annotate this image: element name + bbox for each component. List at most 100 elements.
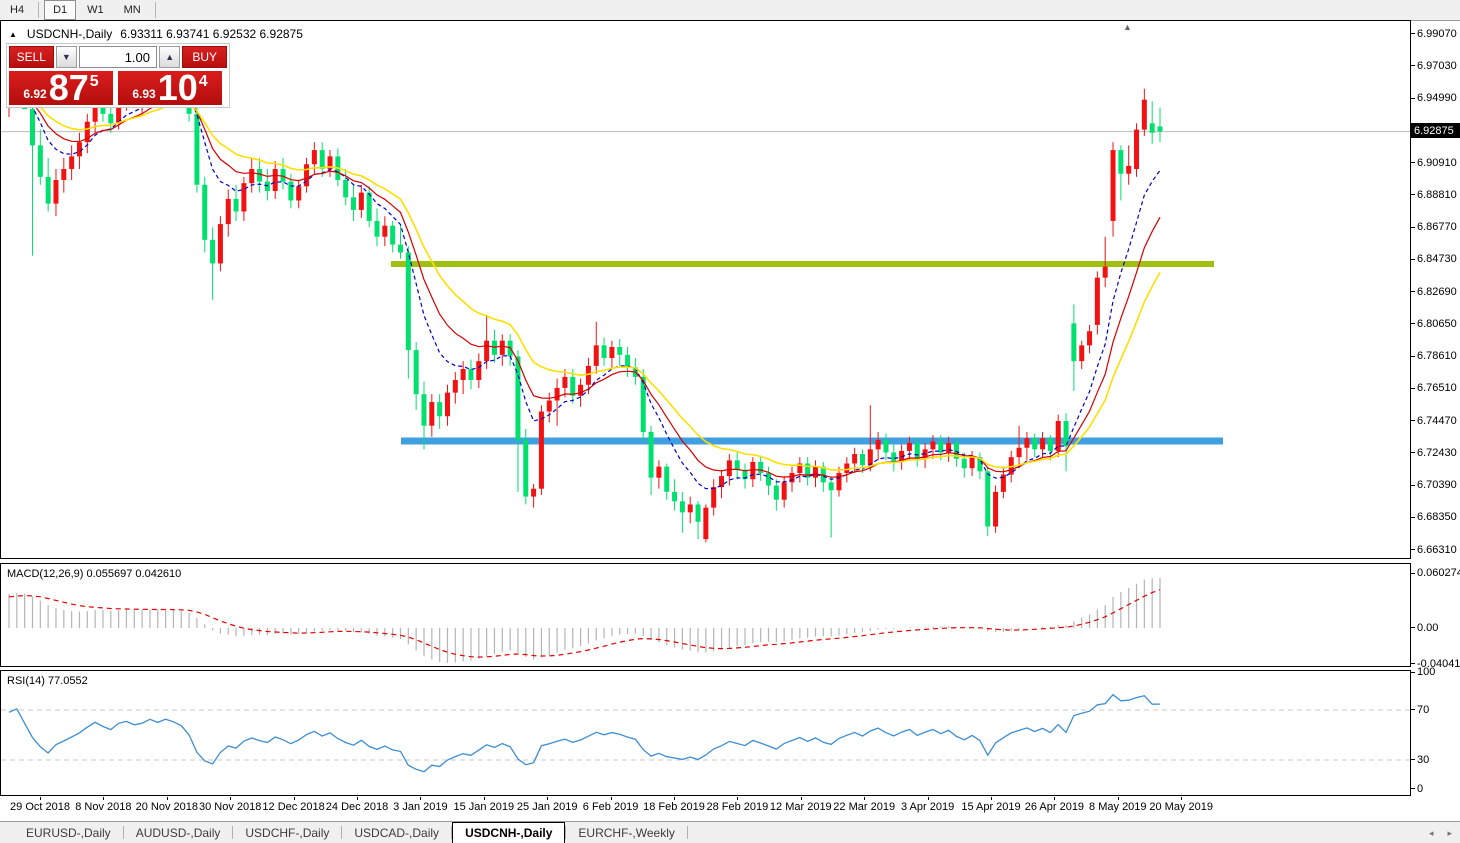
chart-tab-eurusd-daily[interactable]: EURUSD-,Daily	[14, 822, 123, 843]
price-axis-label: 6.80650	[1411, 317, 1460, 330]
macd-axis-label: 0.060274	[1411, 567, 1460, 580]
price-axis-label: 6.74470	[1411, 414, 1460, 427]
price-axis-label: 6.70390	[1411, 479, 1460, 492]
sell-price-point: 5	[89, 73, 99, 90]
date-label: 3 Apr 2019	[900, 801, 955, 813]
price-axis-label: 6.86770	[1411, 221, 1460, 234]
sell-price-box[interactable]: 6.92 87 5	[9, 67, 113, 108]
time-axis-tick	[483, 797, 485, 800]
date-label: 6 Feb 2019	[582, 801, 639, 813]
chart-tab-audusd-daily[interactable]: AUDUSD-,Daily	[124, 822, 233, 843]
macd-chart[interactable]	[1, 564, 1410, 666]
price-axis-label: 6.76510	[1411, 382, 1460, 395]
time-axis-tick	[1117, 797, 1119, 800]
toolbar-separator	[154, 2, 156, 18]
macd-label: MACD(12,26,9) 0.055697 0.042610	[7, 568, 182, 580]
time-axis-tick	[991, 797, 992, 800]
time-axis-tick	[1181, 797, 1183, 800]
price-axis-label: 6.72430	[1411, 446, 1460, 459]
chart-title: USDCNH-,Daily	[26, 27, 113, 41]
sell-price-pips: 87	[48, 67, 89, 108]
time-axis-tick	[357, 797, 358, 800]
chart-tab-usdcad-daily[interactable]: USDCAD-,Daily	[342, 822, 451, 843]
chevron-up-icon: ▲	[165, 52, 175, 62]
time-axis-tick	[1054, 797, 1056, 800]
tab-separator	[686, 826, 688, 839]
price-axis-label: 6.82690	[1411, 285, 1460, 298]
price-axis-label: 6.94990	[1411, 92, 1460, 105]
time-axis-tick	[864, 797, 866, 800]
rsi-indicator-pane[interactable]: RSI(14) 77.0552	[0, 670, 1411, 796]
sell-price-handle: 6.92	[23, 87, 47, 101]
rsi-axis-label: 70	[1411, 703, 1460, 716]
time-axis-tick	[293, 797, 295, 800]
price-axis-label: 6.99070	[1411, 27, 1460, 40]
date-label: 20 Nov 2018	[135, 801, 198, 813]
buy-price-handle: 6.93	[132, 87, 156, 101]
sell-button[interactable]: SELL	[9, 46, 54, 68]
timeframe-button-d1[interactable]: D1	[44, 0, 77, 20]
rsi-axis-label: 100	[1411, 666, 1460, 679]
buy-price-box[interactable]: 6.93 10 4	[118, 67, 222, 108]
timeframe-buttons: H4 D1 W1 MN	[0, 0, 160, 20]
date-label: 12 Dec 2018	[262, 801, 325, 813]
macd-axis-label: 0.00	[1411, 621, 1460, 634]
date-label: 15 Jan 2019	[453, 801, 515, 813]
tab-scroll-controls: ◂ ▸	[1429, 822, 1452, 843]
price-axis-label: 6.97030	[1411, 59, 1460, 72]
date-label: 3 Jan 2019	[393, 801, 448, 813]
date-label: 22 Mar 2019	[833, 801, 896, 813]
date-label: 8 Nov 2018	[75, 801, 132, 813]
volume-increase-button[interactable]: ▲	[159, 46, 181, 68]
chart-ohlc-values: 6.93311 6.93741 6.92532 6.92875	[120, 27, 303, 41]
price-axis-label: 6.90910	[1411, 156, 1460, 169]
tab-scroll-right-icon[interactable]: ▸	[1447, 828, 1452, 839]
timeframe-toolbar: H4 D1 W1 MN	[0, 0, 1460, 21]
buy-button[interactable]: BUY	[182, 46, 227, 68]
current-price-label: 6.92875	[1411, 123, 1460, 138]
date-label: 18 Feb 2019	[643, 801, 705, 813]
date-label: 26 Apr 2019	[1024, 801, 1085, 813]
date-label: 8 May 2019	[1089, 801, 1147, 813]
time-axis-tick	[927, 797, 929, 800]
collapse-icon[interactable]: ▲	[9, 30, 17, 39]
date-label: 24 Dec 2018	[325, 801, 389, 813]
toolbar-separator	[38, 2, 40, 18]
date-label: 25 Jan 2019	[516, 801, 578, 813]
timeframe-button-h4[interactable]: H4	[1, 0, 33, 20]
time-axis-tick	[166, 797, 168, 800]
chevron-down-icon: ▼	[61, 52, 71, 62]
chart-tab-usdcnh-daily[interactable]: USDCNH-,Daily	[452, 822, 566, 843]
price-axis-label: 6.84730	[1411, 253, 1460, 266]
rsi-axis-label: 30	[1411, 753, 1460, 766]
chart-tab-eurchf-weekly[interactable]: EURCHF-,Weekly	[566, 822, 686, 843]
trading-platform-window: H4 D1 W1 MN ▲ USDCNH-,Daily 6.93311 6.93741…	[0, 0, 1460, 843]
price-chart-pane[interactable]: ▲ USDCNH-,Daily 6.93311 6.93741 6.92532 …	[0, 20, 1411, 559]
volume-decrease-button[interactable]: ▼	[55, 46, 77, 68]
time-axis-tick	[737, 797, 739, 800]
date-label: 15 Apr 2019	[961, 801, 1021, 813]
tab-scroll-left-icon[interactable]: ◂	[1429, 828, 1434, 839]
chart-tab-usdchf-daily[interactable]: USDCHF-,Daily	[233, 822, 341, 843]
time-axis-tick	[610, 797, 612, 800]
time-axis[interactable]: 29 Oct 2018 8 Nov 2018 20 Nov 2018 30 Nov 2…	[0, 797, 1460, 821]
buy-price-point: 4	[198, 73, 208, 90]
time-axis-tick	[230, 797, 232, 800]
rsi-chart[interactable]	[1, 671, 1410, 795]
time-axis-tick	[800, 797, 802, 800]
time-axis-tick	[420, 797, 422, 800]
macd-indicator-pane[interactable]: MACD(12,26,9) 0.055697 0.042610	[0, 563, 1411, 667]
rsi-label: RSI(14) 77.0552	[7, 675, 88, 687]
date-label: 30 Nov 2018	[198, 801, 262, 813]
time-axis-tick	[674, 797, 675, 800]
chart-tab-bar: EURUSD-,Daily AUDUSD-,Daily USDCHF-,Daily U…	[0, 821, 1460, 843]
price-axis-label: 6.66310	[1411, 543, 1460, 556]
timeframe-button-w1[interactable]: W1	[78, 0, 113, 20]
date-label: 29 Oct 2018	[10, 801, 70, 813]
price-axis-label: 6.88810	[1411, 188, 1460, 201]
one-click-trade-panel: SELL ▼ ▲ BUY 6.92 87 5 6.93 10	[6, 43, 230, 108]
volume-input[interactable]	[79, 46, 157, 68]
timeframe-button-mn[interactable]: MN	[115, 0, 150, 20]
autoscroll-marker-icon[interactable]: ▲	[1123, 22, 1132, 32]
buy-price-pips: 10	[157, 67, 198, 108]
